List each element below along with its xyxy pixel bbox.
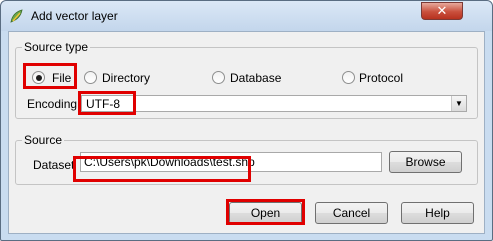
- protocol-label[interactable]: Protocol: [359, 71, 403, 85]
- source-type-title: Source type: [22, 40, 91, 54]
- file-label[interactable]: File: [52, 71, 71, 85]
- title-bar[interactable]: Add vector layer ✕: [1, 1, 492, 31]
- dialog-body: Source type File Directory Database Prot…: [8, 31, 485, 234]
- dataset-label: Dataset: [33, 158, 75, 172]
- cancel-button[interactable]: Cancel: [315, 202, 388, 224]
- source-group: Source Dataset C:\Users\pk\Downloads\tes…: [15, 133, 478, 185]
- chevron-down-icon[interactable]: ▼: [451, 96, 466, 111]
- encoding-select[interactable]: UTF-8 ▼: [81, 95, 467, 112]
- directory-label[interactable]: Directory: [102, 71, 150, 85]
- encoding-value: UTF-8: [86, 97, 120, 111]
- add-vector-layer-dialog: Add vector layer ✕ Source type File Dire…: [0, 0, 493, 241]
- window-title: Add vector layer: [31, 9, 118, 23]
- source-title: Source: [22, 133, 65, 147]
- close-icon: ✕: [436, 3, 448, 18]
- database-label[interactable]: Database: [230, 71, 281, 85]
- database-radio[interactable]: [212, 71, 225, 84]
- dataset-field[interactable]: C:\Users\pk\Downloads\test.shp: [80, 152, 382, 172]
- close-button[interactable]: ✕: [421, 2, 463, 20]
- browse-button[interactable]: Browse: [389, 151, 462, 173]
- open-button[interactable]: Open: [229, 202, 302, 224]
- encoding-label: Encoding: [27, 97, 78, 111]
- directory-radio[interactable]: [84, 71, 97, 84]
- source-type-group: Source type File Directory Database Prot…: [15, 40, 478, 119]
- file-radio[interactable]: [32, 71, 45, 84]
- protocol-radio[interactable]: [342, 71, 355, 84]
- help-button[interactable]: Help: [401, 202, 474, 224]
- qgis-icon: [10, 9, 23, 23]
